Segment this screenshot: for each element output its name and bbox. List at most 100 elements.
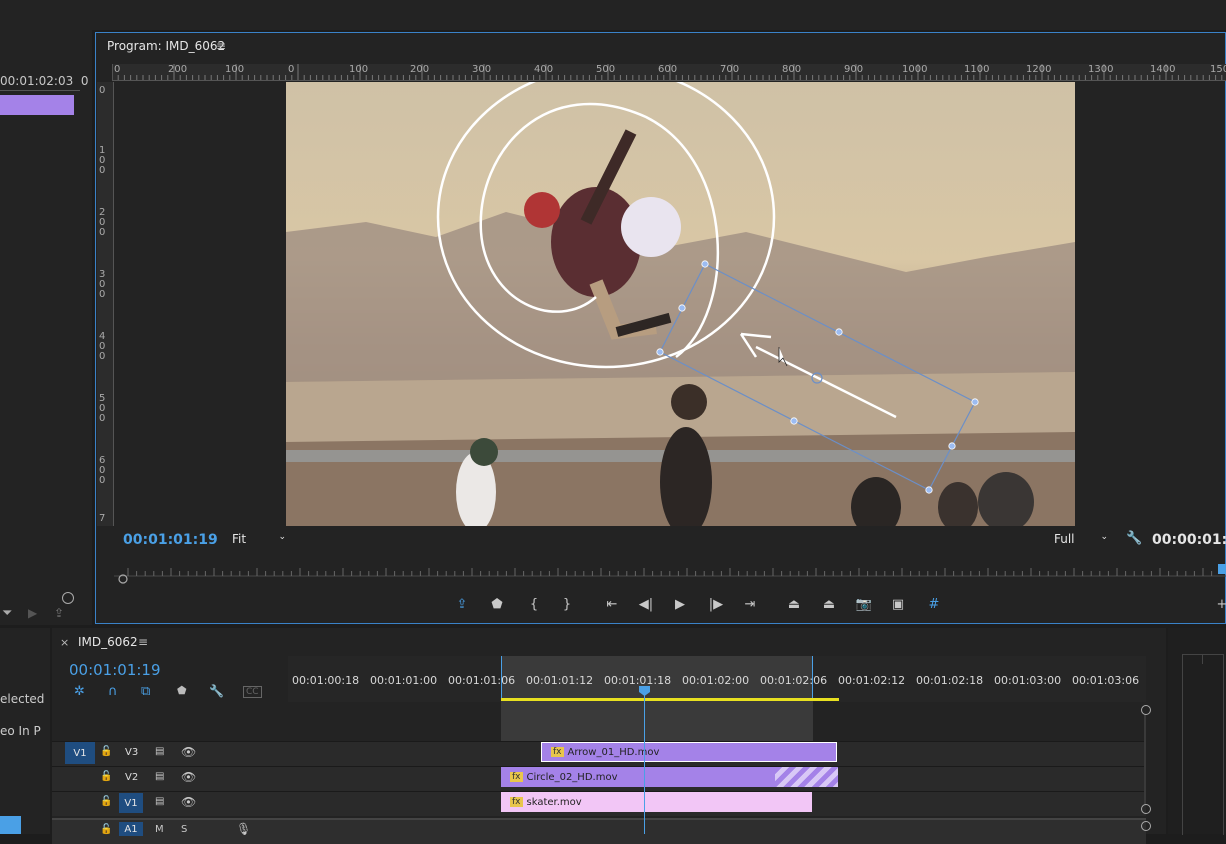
filter-icon[interactable]: ⏷ [2, 606, 12, 621]
clip-name: Circle_02_HD.mov [526, 771, 618, 783]
ruler-timecode: 00:01:02:18 [916, 674, 984, 687]
fx-badge: fx [510, 772, 523, 782]
vertical-scrollbar[interactable] [1144, 715, 1146, 805]
track-label-v1[interactable]: V1 [119, 793, 143, 813]
quality-select[interactable]: Full ⌄ [1048, 532, 1112, 546]
vruler-label: 4 0 0 [99, 331, 106, 362]
marker-icon[interactable]: ⬟ [485, 594, 509, 614]
video-in-label: eo In P [0, 724, 41, 738]
eye-icon[interactable]: 👁 [181, 770, 196, 784]
clip-skater[interactable]: fx skater.mov [501, 792, 812, 812]
hamburger-icon[interactable]: ≡ [216, 39, 226, 53]
vruler-label: 1 0 0 [99, 145, 106, 176]
program-video-frame[interactable] [286, 82, 1075, 526]
clip-arrow[interactable]: fx Arrow_01_HD.mov [541, 742, 837, 762]
lock-icon[interactable]: 🔓 [100, 824, 112, 835]
lift-export-icon[interactable]: ⇪ [450, 594, 474, 614]
go-to-in-icon[interactable]: ⇤ [600, 594, 624, 614]
chevron-down-icon: ⌄ [278, 532, 286, 542]
source-ruler-line [0, 90, 80, 91]
play-icon[interactable]: ▶ [668, 594, 692, 614]
ruler-label: 0 [288, 64, 295, 75]
timeline-settings-icon[interactable]: 🔧 [209, 684, 224, 698]
ruler-label: 1300 [1088, 64, 1114, 75]
lift-icon[interactable]: ⏏ [782, 594, 806, 614]
vertical-scroll-top-handle[interactable] [1141, 705, 1151, 715]
magnet-icon[interactable]: ∩ [108, 684, 118, 699]
clip-circle-transition[interactable] [775, 767, 838, 787]
vruler-label: 6 0 0 [99, 455, 106, 486]
ruler-label: 100 [349, 64, 369, 75]
app-header-bar [0, 0, 1226, 30]
vruler-label: 2 0 0 [99, 207, 106, 238]
add-marker-icon[interactable]: ⬟ [177, 684, 187, 697]
eye-icon[interactable]: 👁 [181, 745, 196, 759]
hamburger-icon[interactable]: ≡ [138, 635, 148, 649]
step-forward-icon[interactable]: |▶ [704, 594, 728, 614]
ruler-timecode: 00:01:02:00 [682, 674, 750, 687]
monitor-time-ruler[interactable] [114, 562, 1226, 584]
horizontal-ruler: 0 200 100 0 100 200 300 400 500 600 700 … [112, 64, 1226, 81]
ruler-timecode: 00:01:03:06 [1072, 674, 1140, 687]
ruler-label: 100 [225, 64, 245, 75]
audio-scroll-handle[interactable] [1141, 821, 1151, 831]
snap-icon[interactable]: ✲ [74, 684, 85, 699]
program-timecode[interactable]: 00:01:01:19 [123, 532, 218, 548]
lock-icon[interactable]: 🔓 [100, 796, 112, 807]
sync-lock-icon[interactable]: ▤ [155, 796, 164, 807]
mark-in-icon[interactable]: { [522, 594, 546, 614]
compare-icon[interactable]: ▣ [886, 594, 910, 614]
ruler-label: 200 [168, 64, 188, 75]
export-icon[interactable]: ⇪ [54, 606, 64, 620]
camera-icon[interactable]: 📷 [852, 594, 876, 614]
program-panel-title[interactable]: Program: IMD_6062 [107, 39, 225, 53]
wrench-icon[interactable]: 🔧 [1126, 531, 1142, 546]
ruler-label: 700 [720, 64, 740, 75]
ruler-label: 1100 [964, 64, 990, 75]
sync-lock-icon[interactable]: ▤ [155, 746, 164, 757]
lock-icon[interactable]: 🔓 [100, 771, 112, 782]
track-label-v2[interactable]: V2 [125, 772, 138, 783]
left-panel-selected-item[interactable] [0, 816, 21, 834]
sync-lock-icon[interactable]: ▤ [155, 771, 164, 782]
source-panel [0, 30, 92, 625]
ruler-label: 500 [596, 64, 616, 75]
linked-selection-icon[interactable]: ⧉ [141, 684, 150, 699]
go-to-out-icon[interactable]: ⇥ [738, 594, 762, 614]
track-label-v3[interactable]: V3 [125, 747, 138, 758]
vertical-scroll-bottom-handle[interactable] [1141, 804, 1151, 814]
ruler-label: 1000 [902, 64, 928, 75]
source-scroll-handle[interactable] [62, 592, 74, 604]
mark-out-icon[interactable]: } [555, 594, 579, 614]
audio-meter [1182, 654, 1224, 835]
chevron-down-icon: ⌄ [1100, 532, 1108, 542]
source-timecode: 00:01:02:03 0 [0, 74, 89, 88]
grid-icon[interactable]: # [922, 594, 946, 614]
ruler-label: 1200 [1026, 64, 1052, 75]
step-back-icon[interactable]: ◀| [634, 594, 658, 614]
program-duration: 00:00:01:00 [1152, 532, 1226, 548]
ruler-timecode: 00:01:02:12 [838, 674, 906, 687]
timeline-tab-title[interactable]: IMD_6062 [78, 635, 138, 649]
clip-circle[interactable]: fx Circle_02_HD.mov [501, 767, 775, 787]
close-icon[interactable]: × [60, 636, 69, 649]
track-row-a1[interactable] [52, 818, 1146, 844]
clip-name: Arrow_01_HD.mov [567, 746, 660, 758]
vruler-label: 5 0 0 [99, 393, 106, 424]
ruler-timecode: 00:01:01:06 [448, 674, 516, 687]
ruler-label: 150 [1210, 64, 1226, 75]
source-clip-bar[interactable] [0, 95, 74, 115]
solo-icon[interactable]: S [181, 824, 187, 835]
add-button-icon[interactable]: + [1210, 594, 1226, 614]
eye-icon[interactable]: 👁 [181, 795, 196, 809]
extract-icon[interactable]: ⏏ [817, 594, 841, 614]
work-area-bar[interactable] [501, 698, 839, 701]
lock-icon[interactable]: 🔓 [100, 746, 112, 757]
zoom-select[interactable]: Fit ⌄ [226, 532, 290, 546]
captions-icon[interactable]: CC [243, 686, 262, 698]
playhead-line[interactable] [644, 690, 645, 834]
insert-icon[interactable]: ▶ [28, 606, 37, 620]
source-patch-v1[interactable]: V1 [65, 742, 95, 764]
mute-icon[interactable]: M [155, 824, 164, 835]
timeline-timecode[interactable]: 00:01:01:19 [69, 661, 161, 679]
